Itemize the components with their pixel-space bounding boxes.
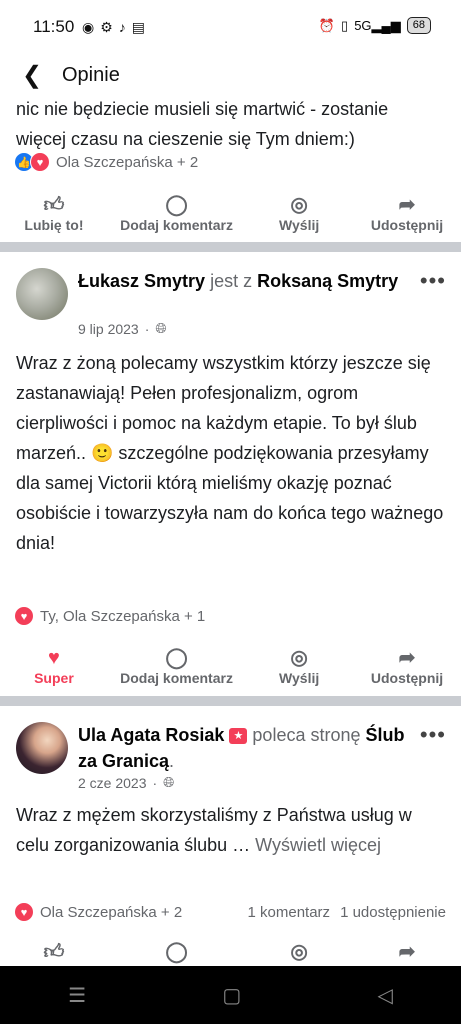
comment-label: Dodaj komentarz (120, 217, 233, 233)
messenger-icon: ◎ (290, 941, 308, 963)
messenger-icon: ◉ (82, 19, 95, 35)
reactions-text[interactable]: Ola Szczepańska + 2 (40, 904, 182, 921)
vibrate-icon: ▯ (341, 17, 349, 33)
avatar[interactable] (16, 722, 68, 774)
share-label: Udostępnij (370, 217, 444, 233)
recommend-icon: ★ (229, 728, 248, 744)
battery-icon: 68 (406, 17, 431, 34)
post-divider (0, 696, 461, 706)
with-text: jest z (210, 271, 253, 291)
system-nav-bar: ☰ ▢ ◁ (0, 966, 461, 1024)
more-options-icon[interactable]: ••• (420, 268, 446, 294)
author-name[interactable]: Łukasz Smytry (78, 271, 205, 291)
share-icon: ➦ (398, 941, 416, 963)
tagged-author[interactable]: Roksaną Smytry (257, 271, 398, 291)
see-more-link[interactable]: Wyświetl więcej (255, 835, 381, 855)
send-button[interactable]: ◎ Wyślij (245, 646, 353, 702)
like-label: Lubię to! (24, 217, 84, 233)
thumbs-up-icon: 👍︎ (43, 194, 65, 216)
share-button[interactable]: ➦ (353, 940, 461, 966)
like-button[interactable]: 👍︎ Lubię to! (0, 193, 108, 249)
post-meta: 9 lip 2023 · 🌐︎ (78, 320, 167, 337)
page-title: Opinie (62, 64, 120, 86)
signal-5g-icon: 5G▂▄▆ (354, 17, 401, 33)
post-meta: 2 cze 2023 · 🌐︎ (78, 774, 175, 791)
share-icon: ➦ (398, 647, 416, 669)
avatar[interactable] (16, 268, 68, 320)
love-reaction-icon: ♥ (30, 152, 50, 172)
messenger-icon: ◎ (290, 647, 308, 669)
calendar-icon: ▤ (131, 19, 146, 35)
post-date[interactable]: 2 cze 2023 (78, 775, 147, 791)
comment-button[interactable]: ◯ (108, 940, 245, 966)
post-stats: ♥ Ola Szczepańska + 2 1 komentarz 1 udos… (14, 902, 446, 922)
messenger-icon: ◎ (290, 194, 308, 216)
post-body: Wraz z mężem skorzystaliśmy z Państwa us… (16, 800, 448, 860)
send-label: Wyślij (279, 670, 320, 686)
comments-count[interactable]: 1 komentarz (248, 904, 331, 921)
more-options-icon[interactable]: ••• (420, 722, 446, 748)
love-reaction-icon: ♥ (14, 902, 34, 922)
comment-icon: ◯ (165, 194, 188, 216)
globe-icon: 🌐︎ (155, 320, 167, 336)
share-icon: ➦ (398, 194, 416, 216)
share-button[interactable]: ➦ Udostępnij (353, 646, 461, 702)
reactions-text: Ty, Ola Szczepańska + 1 (40, 607, 206, 625)
send-button[interactable]: ◎ (245, 940, 353, 966)
shares-count[interactable]: 1 udostępnienie (340, 904, 446, 921)
thumbs-up-icon: 👍︎ (43, 941, 65, 963)
comment-button[interactable]: ◯ Dodaj komentarz (108, 193, 245, 249)
comment-icon: ◯ (165, 941, 188, 963)
comment-label: Dodaj komentarz (120, 670, 233, 686)
send-label: Wyślij (279, 217, 320, 233)
super-label: Super (34, 670, 74, 686)
post-header: Ula Agata Rosiak ★ poleca stronę Ślub za… (16, 722, 446, 796)
app-header: ❮ Opinie (0, 54, 461, 100)
love-icon: ♥ (48, 647, 60, 669)
back-triangle-icon[interactable]: ◁ (377, 983, 392, 1008)
status-right-icons: ⏰ ▯ 5G▂▄▆ 68 (319, 17, 431, 34)
cut-text-line2: więcej czasu na cieszenie się Tym dniem:… (16, 129, 355, 149)
super-button[interactable]: ♥ Super (0, 646, 108, 702)
comment-button[interactable]: ◯ Dodaj komentarz (108, 646, 245, 702)
author-line: Ula Agata Rosiak ★ poleca stronę Ślub za… (78, 725, 405, 771)
author-line: Łukasz Smytry jest z Roksaną Smytry (78, 268, 408, 294)
gear-icon: ⚙ (100, 19, 113, 35)
post-header: Łukasz Smytry jest z Roksaną Smytry 9 li… (16, 268, 446, 342)
share-button[interactable]: ➦ Udostępnij (353, 193, 461, 249)
comment-icon: ◯ (165, 647, 188, 669)
reactions-text: Ola Szczepańska + 2 (56, 153, 199, 171)
post-actions: 👍︎ Lubię to! ◯ Dodaj komentarz ◎ Wyślij … (0, 193, 461, 249)
status-left-icons: ◉ ⚙ ♪ ▤ (82, 19, 145, 35)
status-bar: 11:50 ◉ ⚙ ♪ ▤ ⏰ ▯ 5G▂▄▆ 68 (0, 0, 461, 54)
reactions-summary[interactable]: ♥ Ty, Ola Szczepańska + 1 (14, 606, 205, 626)
post-date[interactable]: 9 lip 2023 (78, 321, 139, 337)
home-square-icon[interactable]: ▢ (222, 983, 241, 1008)
share-label: Udostępnij (370, 670, 444, 686)
menu-icon[interactable]: ☰ (68, 983, 86, 1008)
alarm-icon: ⏰ (318, 17, 336, 33)
recommends-text: poleca stronę (252, 725, 361, 745)
post-body: Wraz z żoną polecamy wszystkim którzy je… (16, 353, 444, 553)
globe-icon: 🌐︎ (163, 774, 175, 790)
love-reaction-icon: ♥ (14, 606, 34, 626)
status-time: 11:50 (33, 17, 75, 36)
reactions-summary[interactable]: 👍 ♥ Ola Szczepańska + 2 (14, 152, 198, 172)
post-divider (0, 242, 461, 252)
tiktok-icon: ♪ (118, 19, 126, 35)
post-actions: 👍︎ ◯ ◎ ➦ (0, 940, 461, 966)
like-button[interactable]: 👍︎ (0, 940, 108, 966)
post-actions: ♥ Super ◯ Dodaj komentarz ◎ Wyślij ➦ Udo… (0, 646, 461, 702)
send-button[interactable]: ◎ Wyślij (245, 193, 353, 249)
arrow-left-icon[interactable]: ❮ (18, 62, 46, 90)
author-name[interactable]: Ula Agata Rosiak (78, 725, 224, 745)
network-label: 5G (354, 17, 372, 33)
